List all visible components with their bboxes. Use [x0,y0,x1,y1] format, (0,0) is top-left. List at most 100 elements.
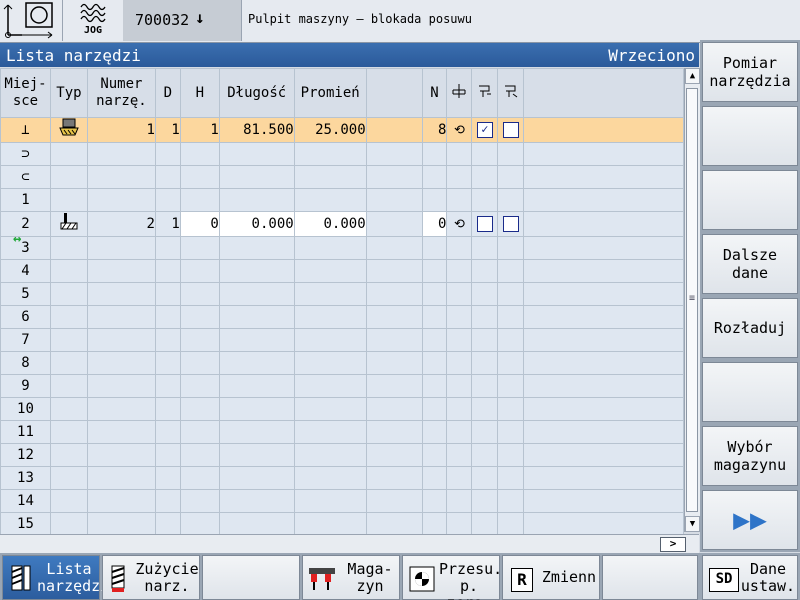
coolant-cell[interactable] [471,259,499,283]
coolant-cell[interactable] [497,466,525,490]
table-row[interactable]: 9 [0,374,684,398]
coolant-cell[interactable] [471,305,499,329]
tool-number-cell[interactable] [86,420,156,444]
scroll-up-icon[interactable]: ▲ [685,68,700,84]
coolant-checkbox[interactable]: ✓ [476,122,493,138]
n-cell[interactable] [421,420,448,444]
spindle-direction-cell[interactable] [446,142,473,166]
coolant-cell[interactable] [471,443,499,467]
d-cell[interactable] [154,397,181,421]
type-cell[interactable] [49,374,88,398]
empty-cell[interactable] [365,512,423,534]
coolant-checkbox[interactable] [502,122,519,138]
coolant-cell[interactable] [471,328,499,352]
spindle-direction-cell[interactable] [446,328,473,352]
type-cell[interactable] [49,443,88,467]
scroll-right-icon[interactable]: > [660,537,686,552]
radius-cell[interactable] [293,259,367,283]
coolant-cell[interactable] [497,211,525,237]
tool-number-cell[interactable] [86,351,156,375]
tool-number-cell[interactable] [86,165,156,189]
length-cell[interactable] [218,282,295,306]
radius-cell[interactable] [293,142,367,166]
softkey-zero-offset[interactable]: Przesu. p. zero. [402,555,502,600]
coolant-cell[interactable] [497,165,525,189]
location-cell[interactable]: 14 [0,489,51,513]
n-cell[interactable]: 8 [421,117,448,143]
coolant-cell[interactable] [497,351,525,375]
radius-cell[interactable] [293,512,367,534]
type-cell[interactable] [49,282,88,306]
location-cell[interactable]: 8 [0,351,51,375]
d-cell[interactable]: 1 [154,117,181,143]
n-cell[interactable] [421,165,448,189]
type-cell[interactable] [49,305,88,329]
h-cell[interactable] [179,420,220,444]
n-cell[interactable] [421,466,448,490]
n-cell[interactable] [421,328,448,352]
h-cell[interactable] [179,328,220,352]
radius-cell[interactable] [293,443,367,467]
h-cell[interactable] [179,466,220,490]
radius-cell[interactable] [293,328,367,352]
softkey-tool-wear[interactable]: Zużycie narz. [102,555,200,600]
spindle-direction-cell[interactable] [446,466,473,490]
empty-cell[interactable] [365,211,423,237]
coolant-cell[interactable] [497,259,525,283]
table-row[interactable]: 6 [0,305,684,329]
d-cell[interactable] [154,305,181,329]
softkey-setting-data[interactable]: SD Dane ustaw. [702,555,798,600]
n-cell[interactable] [421,142,448,166]
length-cell[interactable] [218,420,295,444]
radius-cell[interactable] [293,351,367,375]
coolant-checkbox[interactable] [476,216,493,232]
n-cell[interactable] [421,188,448,212]
empty-cell[interactable] [365,420,423,444]
table-row[interactable]: 8 [0,351,684,375]
location-cell[interactable]: 11 [0,420,51,444]
d-cell[interactable] [154,165,181,189]
radius-cell[interactable] [293,236,367,260]
n-cell[interactable] [421,512,448,534]
radius-cell[interactable]: 0.000 [293,211,367,237]
spindle-direction-cell[interactable] [446,188,473,212]
coolant-cell[interactable] [497,489,525,513]
length-cell[interactable] [218,259,295,283]
type-cell[interactable] [49,117,88,143]
scroll-thumb[interactable]: ≡ [686,88,698,512]
length-cell[interactable] [218,443,295,467]
col-n[interactable]: N [421,68,448,118]
softkey-empty-h3[interactable] [202,555,300,600]
radius-cell[interactable] [293,165,367,189]
location-cell[interactable]: 13 [0,466,51,490]
col-tool-number[interactable]: Numer narzę. [86,68,156,118]
coolant-cell[interactable] [497,512,525,534]
coolant-cell[interactable] [471,512,499,534]
d-cell[interactable] [154,142,181,166]
coolant-cell[interactable] [471,466,499,490]
d-cell[interactable] [154,443,181,467]
spindle-direction-cell[interactable]: ⟲ [446,211,473,237]
location-cell[interactable]: 6 [0,305,51,329]
d-cell[interactable] [154,188,181,212]
d-cell[interactable] [154,282,181,306]
d-cell[interactable] [154,351,181,375]
table-row[interactable]: 2 2 1 0 0.000 0.000 0 ⟲ [0,211,684,237]
length-cell[interactable] [218,236,295,260]
d-cell[interactable] [154,236,181,260]
type-cell[interactable] [49,188,88,212]
spindle-direction-cell[interactable] [446,374,473,398]
type-cell[interactable] [49,512,88,534]
spindle-direction-cell[interactable] [446,489,473,513]
table-row[interactable]: 5 [0,282,684,306]
scroll-down-icon[interactable]: ▼ [685,516,700,532]
coolant-cell[interactable] [471,188,499,212]
tool-number-cell[interactable] [86,397,156,421]
h-cell[interactable] [179,397,220,421]
length-cell[interactable] [218,512,295,534]
table-row[interactable]: 3 ↔ [0,236,684,260]
empty-cell[interactable] [365,236,423,260]
tool-number-cell[interactable] [86,142,156,166]
radius-cell[interactable] [293,397,367,421]
h-cell[interactable] [179,259,220,283]
